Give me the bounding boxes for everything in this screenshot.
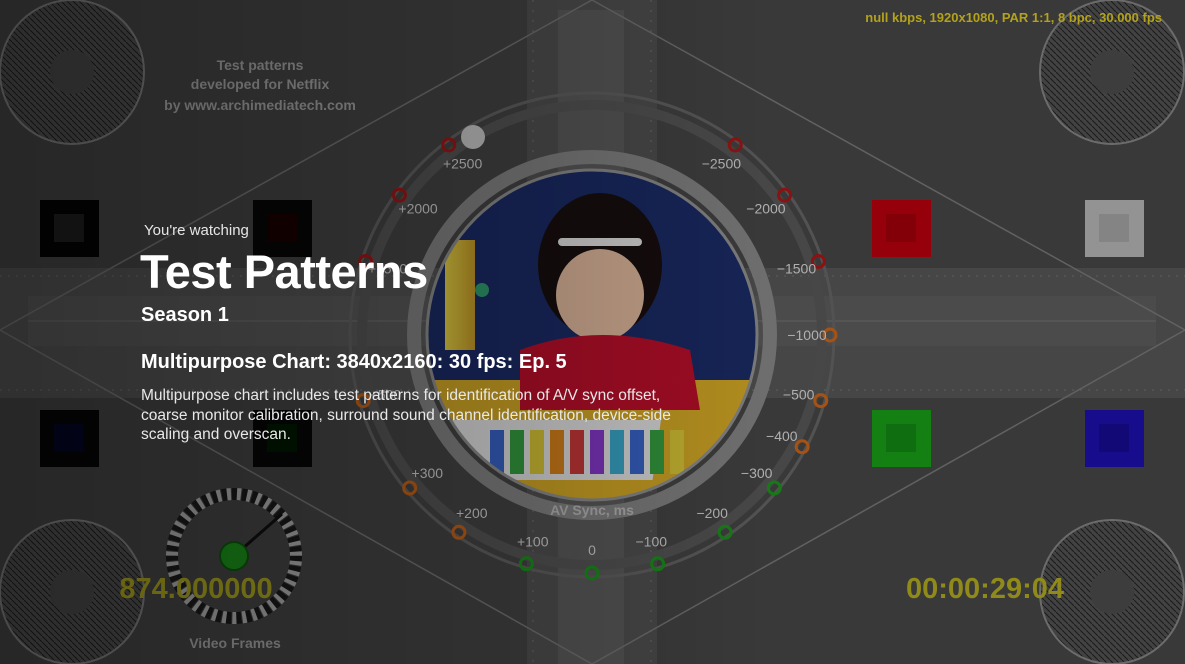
- timecode: 00:00:29:04: [906, 573, 1064, 605]
- frame-counter: 874.000000: [119, 573, 272, 605]
- sync-tick-label-right-1: −2000: [746, 201, 786, 217]
- frame-indicator-dot: [219, 541, 249, 571]
- sync-tick-label-center: 0: [588, 542, 596, 558]
- stream-stats: null kbps, 1920x1080, PAR 1:1, 8 bpc, 30…: [865, 10, 1162, 25]
- swatch-blue: [1085, 410, 1144, 467]
- swatch-green: [872, 410, 931, 467]
- sync-tick-label-right-6: −300: [741, 465, 773, 481]
- swatch-white: [1085, 200, 1144, 257]
- sync-tick-label-right-3: −1000: [787, 327, 827, 343]
- episode-description: Multipurpose chart includes test pattern…: [141, 387, 671, 443]
- credit-line-3: by www.archimediatech.com: [164, 97, 356, 113]
- credit-line-2: developed for Netflix: [191, 76, 330, 92]
- sync-indicator-dot: [461, 125, 485, 149]
- watching-label: You're watching: [144, 222, 249, 239]
- sync-tick-label-right-2: −1500: [777, 261, 817, 277]
- sync-tick-label-right-5: −400: [766, 428, 798, 444]
- av-sync-label: AV Sync, ms: [550, 502, 634, 518]
- sync-tick-label-left-0: +2500: [443, 155, 483, 171]
- sync-tick-label-right-4: −500: [783, 386, 815, 402]
- swatch-red: [872, 200, 931, 257]
- sync-tick-label-left-6: +100: [517, 534, 549, 550]
- frame-counter-label: Video Frames: [189, 635, 281, 651]
- sync-tick-label-left-1: +2000: [398, 201, 438, 217]
- sync-tick-label-left-5: +200: [456, 505, 488, 521]
- sync-tick-label-left-4: +300: [412, 465, 444, 481]
- sync-tick-label-right-0: −2500: [702, 155, 742, 171]
- episode-title: Multipurpose Chart: 3840x2160: 30 fps: E…: [141, 351, 567, 373]
- show-title: Test Patterns: [140, 245, 428, 298]
- sync-tick-label-right-7: −200: [696, 505, 728, 521]
- test-pattern-video-frame[interactable]: null kbps, 1920x1080, PAR 1:1, 8 bpc, 30…: [0, 0, 1185, 664]
- swatch-black-top-left: [40, 200, 99, 257]
- season-label: Season 1: [141, 304, 229, 326]
- swatch-black-bottom-left: [40, 410, 99, 467]
- credit-line-1: Test patterns: [217, 57, 304, 73]
- sync-tick-label-right-8: −100: [635, 534, 667, 550]
